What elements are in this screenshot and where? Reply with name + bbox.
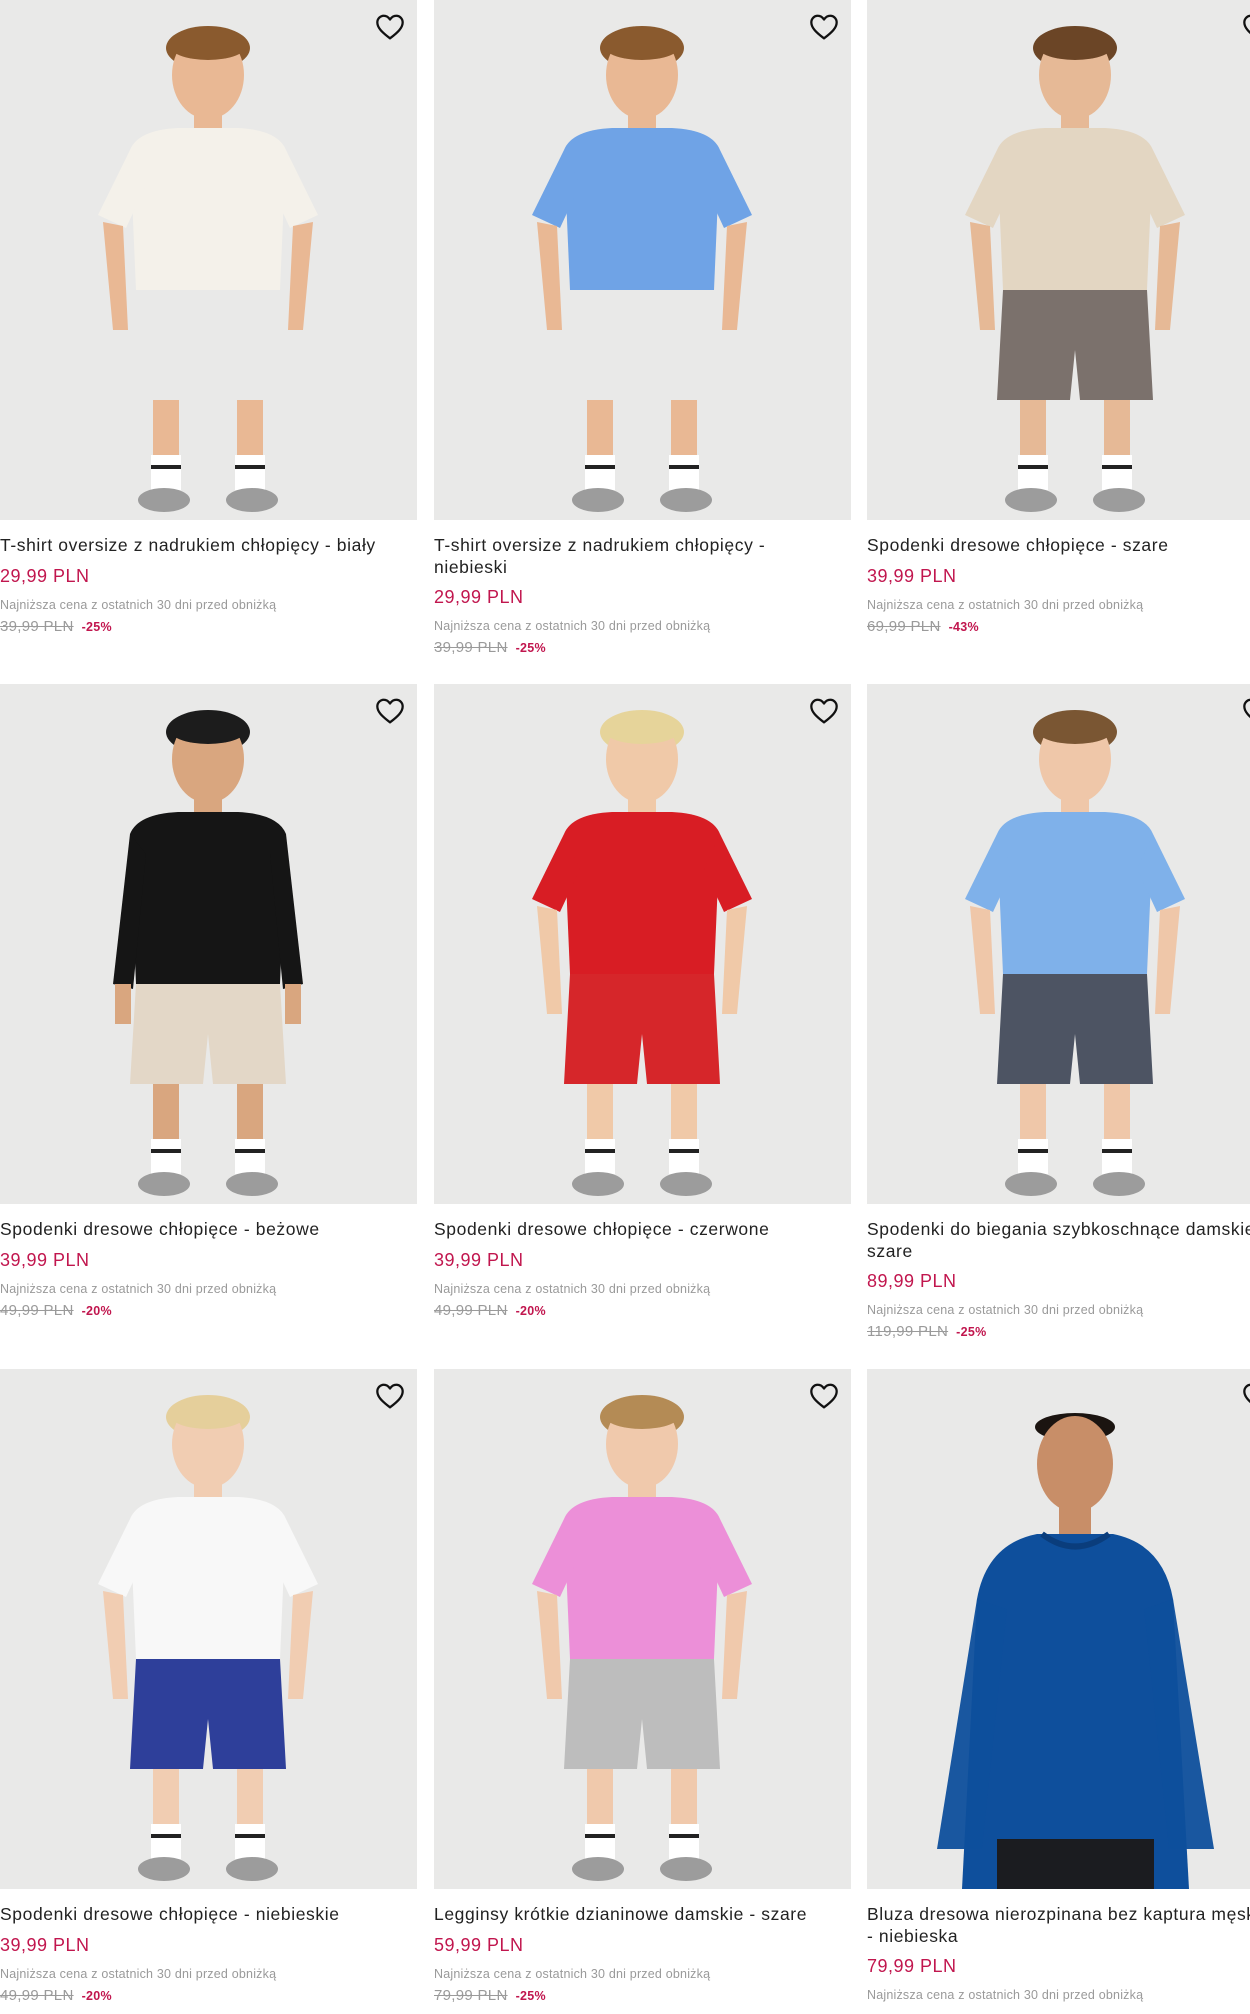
old-price: 49,99 PLN xyxy=(434,1301,508,1319)
lowest-price-label: Najniższa cena z ostatnich 30 dni przed … xyxy=(434,1966,711,1981)
lowest-price-label: Najniższa cena z ostatnich 30 dni przed … xyxy=(0,1966,277,1981)
product-image[interactable] xyxy=(434,0,851,520)
product-title[interactable]: Legginsy krótkie dzianinowe damskie - sz… xyxy=(434,1904,851,1926)
product-image[interactable] xyxy=(0,0,417,520)
old-price: 119,99 PLN xyxy=(867,1323,949,1340)
discount-badge: -43% xyxy=(948,619,979,634)
product-price: 29,99 PLN xyxy=(0,565,90,586)
product-image[interactable] xyxy=(867,684,1250,1204)
lowest-price-label: Najniższa cena z ostatnich 30 dni przed … xyxy=(867,597,1144,612)
old-price-row: 49,99 PLN -20% xyxy=(0,1302,417,1320)
product-title[interactable]: T-shirt oversize z nadrukiem chłopięcy -… xyxy=(434,535,851,578)
discount-badge: -20% xyxy=(81,1988,112,2003)
product-card[interactable]: Spodenki dresowe chłopięce - niebieskie 3… xyxy=(0,1369,417,2005)
old-price-row: 39,99 PLN -25% xyxy=(434,639,851,657)
product-price: 39,99 PLN xyxy=(0,1934,90,1955)
old-price: 39,99 PLN xyxy=(434,639,508,656)
product-price: 89,99 PLN xyxy=(867,1271,957,1291)
product-image[interactable] xyxy=(867,0,1250,520)
lowest-price-label: Najniższa cena z ostatnich 30 dni przed … xyxy=(867,1303,1144,1317)
product-card[interactable]: Spodenki dresowe chłopięce - czerwone 39,… xyxy=(434,684,851,1320)
product-price: 79,99 PLN xyxy=(867,1956,957,1976)
product-image[interactable] xyxy=(0,1369,417,1889)
heart-icon[interactable] xyxy=(805,1377,843,1415)
product-price: 39,99 PLN xyxy=(0,1249,90,1270)
heart-icon[interactable] xyxy=(1238,1377,1250,1415)
discount-badge: -25% xyxy=(515,641,546,655)
lowest-price-label: Najniższa cena z ostatnich 30 dni przed … xyxy=(0,597,277,612)
lowest-price-label: Najniższa cena z ostatnich 30 dni przed … xyxy=(0,1281,277,1296)
product-image[interactable] xyxy=(0,684,417,1204)
discount-badge: -25% xyxy=(81,619,112,634)
product-title[interactable]: T-shirt oversize z nadrukiem chłopięcy -… xyxy=(0,535,417,557)
product-card[interactable]: Bluza dresowa nierozpinana bez kaptura m… xyxy=(867,1369,1250,2003)
heart-icon[interactable] xyxy=(1238,8,1250,46)
product-image[interactable] xyxy=(434,684,851,1204)
product-card[interactable]: Spodenki do biegania szybkoschnące damsk… xyxy=(867,684,1250,1341)
heart-icon[interactable] xyxy=(371,692,409,730)
product-image[interactable] xyxy=(434,1369,851,1889)
old-price: 79,99 PLN xyxy=(434,1986,508,2004)
product-card[interactable]: Spodenki dresowe chłopięce - beżowe 39,99… xyxy=(0,684,417,1320)
old-price: 39,99 PLN xyxy=(0,617,74,635)
product-card[interactable]: T-shirt oversize z nadrukiem chłopięcy -… xyxy=(434,0,851,657)
heart-icon[interactable] xyxy=(371,8,409,46)
product-price: 39,99 PLN xyxy=(434,1249,524,1270)
product-title[interactable]: Spodenki dresowe chłopięce - szare xyxy=(867,535,1250,557)
product-price: 59,99 PLN xyxy=(434,1934,524,1955)
old-price-row: 49,99 PLN -20% xyxy=(434,1302,851,1320)
old-price: 49,99 PLN xyxy=(0,1986,74,2004)
old-price-row: 49,99 PLN -20% xyxy=(0,1987,417,2005)
product-grid: T-shirt oversize z nadrukiem chłopięcy -… xyxy=(0,0,1250,2014)
old-price-row: 69,99 PLN -43% xyxy=(867,618,1250,636)
product-title[interactable]: Spodenki do biegania szybkoschnące damsk… xyxy=(867,1219,1250,1262)
product-title[interactable]: Spodenki dresowe chłopięce - czerwone xyxy=(434,1219,851,1241)
product-card[interactable]: Spodenki dresowe chłopięce - szare 39,99 … xyxy=(867,0,1250,636)
old-price-row: 119,99 PLN -25% xyxy=(867,1323,1250,1341)
old-price-row: 39,99 PLN -25% xyxy=(0,618,417,636)
product-card[interactable]: T-shirt oversize z nadrukiem chłopięcy -… xyxy=(0,0,417,636)
product-price: 29,99 PLN xyxy=(434,587,524,607)
old-price: 69,99 PLN xyxy=(867,617,941,635)
product-price: 39,99 PLN xyxy=(867,565,957,586)
heart-icon[interactable] xyxy=(805,692,843,730)
lowest-price-label: Najniższa cena z ostatnich 30 dni przed … xyxy=(434,1281,711,1296)
discount-badge: -25% xyxy=(515,1988,546,2003)
product-title[interactable]: Bluza dresowa nierozpinana bez kaptura m… xyxy=(867,1904,1250,1947)
discount-badge: -25% xyxy=(956,1325,987,1339)
old-price: 49,99 PLN xyxy=(0,1301,74,1319)
product-title[interactable]: Spodenki dresowe chłopięce - beżowe xyxy=(0,1219,417,1241)
product-image[interactable] xyxy=(867,1369,1250,1889)
old-price-row: 79,99 PLN -25% xyxy=(434,1987,851,2005)
discount-badge: -20% xyxy=(515,1303,546,1318)
discount-badge: -20% xyxy=(81,1303,112,1318)
lowest-price-label: Najniższa cena z ostatnich 30 dni przed … xyxy=(434,619,711,633)
heart-icon[interactable] xyxy=(805,8,843,46)
lowest-price-label: Najniższa cena z ostatnich 30 dni przed … xyxy=(867,1988,1144,2002)
heart-icon[interactable] xyxy=(1238,692,1250,730)
product-title[interactable]: Spodenki dresowe chłopięce - niebieskie xyxy=(0,1904,417,1926)
heart-icon[interactable] xyxy=(371,1377,409,1415)
product-card[interactable]: Legginsy krótkie dzianinowe damskie - sz… xyxy=(434,1369,851,2005)
